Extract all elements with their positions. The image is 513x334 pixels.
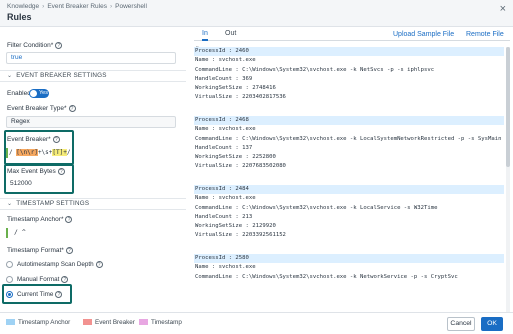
breadcrumb: Knowledge › Event Breaker Rules › Powershell xyxy=(7,3,147,10)
tab-in[interactable]: In xyxy=(202,30,208,41)
event-field-row: HandleCount : 137 xyxy=(195,144,253,151)
event-field-row: ProcessId : 2460 xyxy=(194,47,504,57)
radio-manual-format[interactable] xyxy=(6,276,13,283)
breadcrumb-separator-icon: › xyxy=(109,3,113,10)
chevron-down-icon: ⌄ xyxy=(7,201,13,207)
event-block: ProcessId : 2580 Name : svchost.exe Comman… xyxy=(194,254,504,282)
timestamp-settings-header[interactable]: ⌄ TIMESTAMP SETTINGS xyxy=(0,198,186,210)
legend-label: Timestamp xyxy=(151,319,182,326)
upload-sample-file-link[interactable]: Upload Sample File xyxy=(393,31,454,38)
event-field-row: HandleCount : 213 xyxy=(195,213,253,220)
timestamp-anchor-input[interactable]: / ^ xyxy=(10,227,176,239)
preview-scrollbar[interactable] xyxy=(506,47,510,312)
scrollbar-thumb[interactable] xyxy=(506,47,510,167)
radio-manual-format-label[interactable]: Manual Format? xyxy=(17,276,69,284)
enabled-toggle[interactable]: Yes xyxy=(29,89,49,98)
enabled-label: Enabled xyxy=(7,90,31,97)
event-field-row: CommandLine : C:\Windows\System32\svchos… xyxy=(195,66,435,73)
event-breaker-highlight-box xyxy=(4,130,74,165)
filter-condition-label-text: Filter Condition* xyxy=(7,42,54,50)
help-icon[interactable]: ? xyxy=(68,105,76,112)
breadcrumb-powershell[interactable]: Powershell xyxy=(115,3,147,10)
rule-settings-panel: Filter Condition*? true ⌄ EVENT BREAKER S… xyxy=(0,28,186,312)
timestamp-format-label-text: Timestamp Format* xyxy=(7,247,64,255)
event-field-row: ProcessId : 2484 xyxy=(194,185,504,195)
ok-button[interactable]: OK xyxy=(481,317,503,331)
legend-swatch xyxy=(83,319,92,326)
breadcrumb-event-breaker-rules[interactable]: Event Breaker Rules xyxy=(47,3,107,10)
dialog-header: Knowledge › Event Breaker Rules › Powershell… xyxy=(0,0,513,27)
help-icon[interactable]: ? xyxy=(65,247,73,254)
event-breaker-type-select[interactable]: Regex xyxy=(6,116,176,128)
page-title: Rules xyxy=(7,12,32,22)
event-breaker-type-value: Regex xyxy=(11,118,30,125)
event-field-row: WorkingSetSize : 2129920 xyxy=(195,223,276,230)
event-field-row: VirtualSize : 2203392561152 xyxy=(195,232,286,239)
dialog-footer: Timestamp Anchor Event Breaker Timestamp… xyxy=(0,312,513,334)
legend-swatch xyxy=(6,319,15,326)
event-field-row: Name : svchost.exe xyxy=(195,126,256,133)
event-field-row: Name : svchost.exe xyxy=(195,195,256,202)
legend-timestamp-anchor: Timestamp Anchor xyxy=(6,319,70,326)
event-field-row: VirtualSize : 2207683502080 xyxy=(195,163,286,170)
legend-label: Timestamp Anchor xyxy=(18,319,71,326)
event-field-row: ProcessId : 2580 xyxy=(194,254,504,264)
radio-autotimestamp-text: Autotimestamp Scan Depth xyxy=(17,261,94,269)
event-field-row: VirtualSize : 2203402817536 xyxy=(195,94,286,101)
filter-condition-input[interactable]: true xyxy=(6,52,176,64)
legend-label: Event Breaker xyxy=(95,319,135,326)
chevron-down-icon: ⌄ xyxy=(7,73,13,79)
event-breaker-settings-title: EVENT BREAKER SETTINGS xyxy=(16,72,107,79)
legend-event-breaker: Event Breaker xyxy=(83,319,135,326)
radio-manual-format-text: Manual Format xyxy=(17,276,60,284)
breadcrumb-knowledge[interactable]: Knowledge xyxy=(7,3,39,10)
event-field-row: HandleCount : 369 xyxy=(195,75,253,82)
preview-tabs: In Out Upload Sample File Remote File xyxy=(194,28,510,41)
help-icon[interactable]: ? xyxy=(65,216,73,223)
anchor-gutter-marker xyxy=(6,228,8,238)
max-event-bytes-highlight-box xyxy=(4,164,74,194)
cancel-button[interactable]: Cancel xyxy=(447,317,475,331)
legend-timestamp: Timestamp xyxy=(139,319,182,326)
enabled-toggle-text: Yes xyxy=(39,90,48,96)
event-field-row: CommandLine : C:\Windows\System32\svchos… xyxy=(195,135,502,142)
legend-swatch xyxy=(139,319,148,326)
event-block: ProcessId : 2468 Name : svchost.exe Comman… xyxy=(194,116,504,172)
filter-condition-label: Filter Condition*? xyxy=(7,42,63,50)
event-breaker-type-label: Event Breaker Type*? xyxy=(7,105,76,112)
radio-autotimestamp[interactable] xyxy=(6,261,13,268)
timestamp-format-label: Timestamp Format*? xyxy=(7,247,73,254)
event-block: ProcessId : 2460 Name : svchost.exe Comman… xyxy=(194,47,504,103)
radio-autotimestamp-label[interactable]: Autotimestamp Scan Depth? xyxy=(17,261,103,268)
event-field-row: CommandLine : C:\Windows\System32\svchos… xyxy=(195,273,458,280)
remote-file-link[interactable]: Remote File xyxy=(466,31,504,38)
help-icon[interactable]: ? xyxy=(55,42,63,49)
event-block: ProcessId : 2484 Name : svchost.exe Comman… xyxy=(194,185,504,241)
event-field-row: Name : svchost.exe xyxy=(195,264,256,271)
event-breaker-settings-header[interactable]: ⌄ EVENT BREAKER SETTINGS xyxy=(0,70,186,82)
event-breaker-type-label-text: Event Breaker Type* xyxy=(7,105,67,113)
event-field-row: WorkingSetSize : 2252800 xyxy=(195,154,276,161)
close-icon[interactable]: × xyxy=(500,4,506,15)
timestamp-settings-title: TIMESTAMP SETTINGS xyxy=(16,200,90,207)
breadcrumb-separator-icon: › xyxy=(42,3,45,10)
event-field-row: WorkingSetSize : 2748416 xyxy=(195,85,276,92)
help-icon[interactable]: ? xyxy=(61,276,69,283)
timestamp-anchor-label: Timestamp Anchor*? xyxy=(7,216,73,224)
sample-preview-panel: In Out Upload Sample File Remote File ⌐ … xyxy=(194,28,510,312)
event-field-row: Name : svchost.exe xyxy=(195,57,256,64)
event-field-row: ProcessId : 2468 xyxy=(194,116,504,126)
filter-condition-value: true xyxy=(11,54,23,61)
tab-out[interactable]: Out xyxy=(225,30,236,37)
current-time-highlight-box xyxy=(2,284,72,304)
event-field-row: CommandLine : C:\Windows\System32\svchos… xyxy=(195,204,438,211)
timestamp-anchor-value: / ^ xyxy=(14,228,26,236)
timestamp-anchor-label-text: Timestamp Anchor* xyxy=(7,216,64,224)
help-icon[interactable]: ? xyxy=(95,261,103,268)
